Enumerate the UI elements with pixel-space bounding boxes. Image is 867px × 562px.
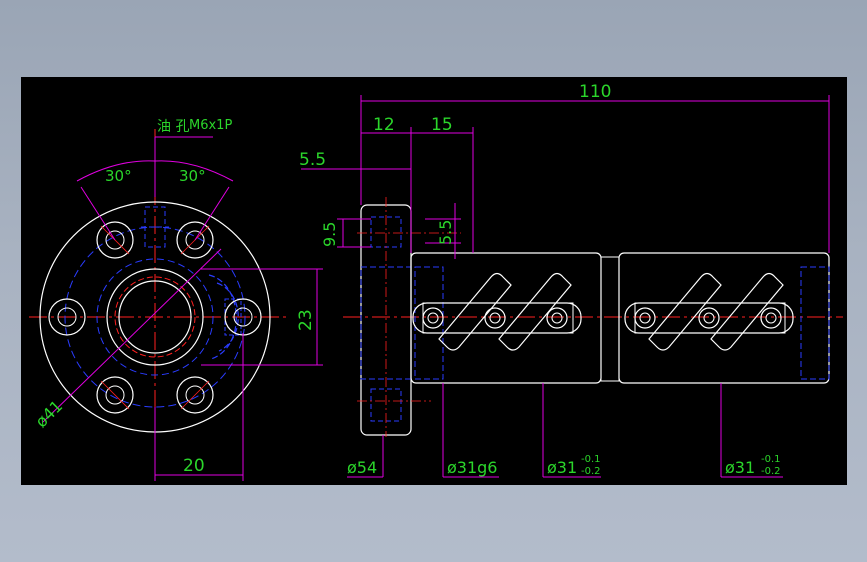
cad-drawing-viewport: 油 孔 M6x1P 30° 30° ø41 20 23 110 12 15 5.… xyxy=(21,77,847,485)
angle-right-label: 30° xyxy=(179,167,206,185)
tolerance-upper-b: -0.1 xyxy=(761,454,781,465)
front-view-dimensions xyxy=(76,136,323,481)
dia-31-label-b: ø31 xyxy=(725,458,755,477)
flange-width-label: 12 xyxy=(373,115,395,135)
side-view-dimensions xyxy=(301,95,830,478)
dia-31g6-label: ø31g6 xyxy=(447,458,497,477)
cad-drawing: 油 孔 M6x1P 30° 30° ø41 20 23 110 12 15 5.… xyxy=(29,82,843,481)
bolt-offset-label: 20 xyxy=(183,456,205,476)
dia-31-label-a: ø31 xyxy=(547,458,577,477)
tolerance-upper-a: -0.1 xyxy=(581,454,601,465)
angle-left-label: 30° xyxy=(105,167,132,185)
dim-9-5-label: 9.5 xyxy=(320,222,339,247)
front-view xyxy=(29,129,289,477)
dim-5-5-side-label: 5.5 xyxy=(436,220,455,245)
total-length-label: 110 xyxy=(579,82,611,102)
dimension-labels: 油 孔 M6x1P 30° 30° ø41 20 23 110 12 15 5.… xyxy=(32,82,781,477)
tolerance-lower-b: -0.2 xyxy=(761,466,781,477)
dim-15-label: 15 xyxy=(431,115,453,135)
dia-54-label: ø54 xyxy=(347,458,377,477)
bolt-hole-bottom-left xyxy=(96,376,134,414)
height-23-label: 23 xyxy=(296,309,316,331)
dim-5-5-top-label: 5.5 xyxy=(299,150,326,170)
oil-hole-label: 油 孔 xyxy=(157,119,189,135)
tolerance-lower-a: -0.2 xyxy=(581,466,601,477)
oil-hole-spec: M6x1P xyxy=(189,118,232,133)
flange-diameter-label: ø41 xyxy=(32,396,67,431)
side-view xyxy=(343,197,843,437)
bolt-hole-bottom-right xyxy=(176,376,214,414)
